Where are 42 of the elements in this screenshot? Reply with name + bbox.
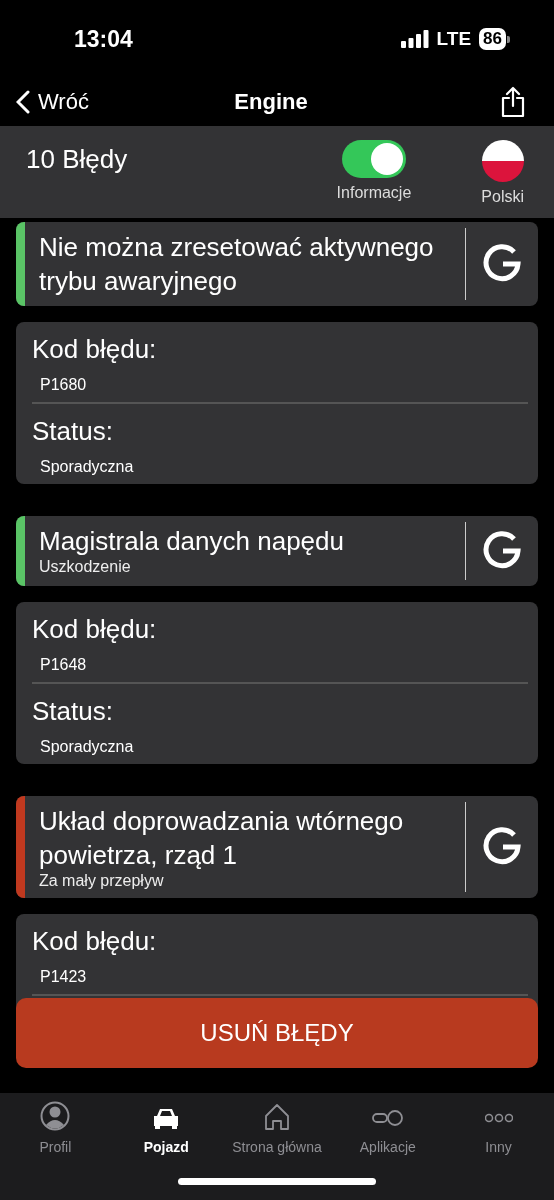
more-icon — [484, 1113, 513, 1123]
error-status: Sporadyczna — [39, 457, 135, 477]
toggle-shapes-icon — [371, 1109, 404, 1127]
share-icon[interactable] — [500, 86, 526, 118]
info-toggle[interactable] — [341, 140, 406, 178]
error-subtitle: Za mały przepływ — [39, 872, 165, 890]
flag-icon[interactable] — [481, 140, 524, 182]
car-icon — [152, 1106, 181, 1130]
error-count: 10 Błędy — [26, 143, 129, 176]
field-label: Status: — [32, 415, 114, 448]
person-icon — [40, 1101, 71, 1131]
tab-item[interactable]: Profil — [0, 1105, 111, 1155]
back-button[interactable]: Wróć — [16, 89, 89, 115]
battery-level: 86 — [479, 28, 506, 50]
field-label: Kod błędu: — [32, 333, 158, 366]
error-subtitle: Uszkodzenie — [39, 558, 132, 576]
clear-errors-button[interactable]: USUŃ BŁĘDY — [16, 998, 538, 1068]
tab-item[interactable]: Aplikacje — [332, 1105, 444, 1155]
field-label: Kod błędu: — [32, 613, 158, 646]
error-code: P1423 — [39, 967, 88, 987]
error-title: Układ doprowadzania wtórnego powietrza, rząd 1 — [39, 805, 405, 872]
tab-item[interactable]: Pojazd — [110, 1105, 222, 1155]
error-card[interactable]: Magistrala danych napędu Uszkodzenie — [16, 516, 538, 586]
screen-title: Engine — [234, 89, 308, 115]
field-label: Status: — [32, 695, 114, 728]
tab-item[interactable]: Strona główna — [221, 1105, 333, 1155]
error-card[interactable]: Układ doprowadzania wtórnego powietrza, rząd 1 Za mały przepływ — [16, 796, 538, 898]
error-code: P1648 — [39, 655, 88, 675]
error-title: Magistrala danych napędu — [39, 525, 345, 558]
error-status: Sporadyczna — [39, 737, 135, 757]
signal-icon — [400, 30, 429, 48]
tab-item[interactable]: Inny — [443, 1105, 554, 1155]
toggle-label: Informacje — [336, 184, 412, 202]
home-icon — [263, 1103, 291, 1131]
network-type: LTE — [436, 28, 472, 50]
error-title: Nie można zresetować aktywnego trybu awaryjnego — [39, 231, 435, 298]
language-label: Polski — [481, 188, 524, 206]
error-code: P1680 — [39, 375, 88, 395]
error-card[interactable]: Nie można zresetować aktywnego trybu awaryjnego — [16, 222, 538, 306]
clock: 13:04 — [74, 25, 134, 53]
field-label: Kod błędu: — [32, 925, 158, 958]
chevron-left-icon — [16, 90, 30, 114]
